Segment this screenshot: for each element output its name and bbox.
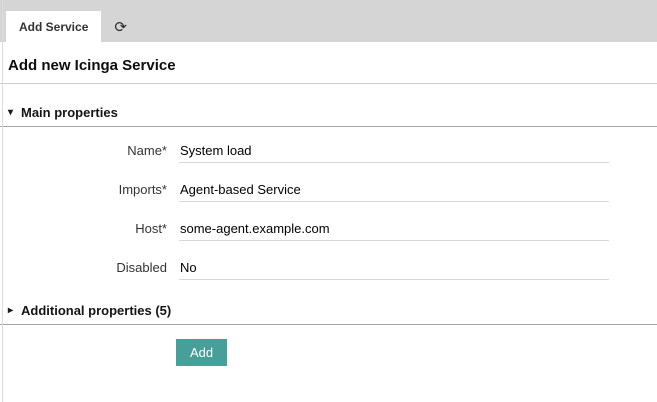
tab-bar: Add Service ⟳ — [0, 0, 657, 42]
main-properties-fields: Name* Imports* Host* Disabled — [0, 127, 657, 280]
form-row-imports: Imports* — [0, 179, 657, 202]
form-row-name: Name* — [0, 140, 657, 163]
name-field[interactable] — [179, 140, 609, 163]
imports-field-label: Imports* — [0, 179, 167, 197]
chevron-down-icon: ▾ — [8, 107, 21, 118]
page-left-border — [2, 0, 3, 402]
imports-field[interactable] — [179, 179, 609, 202]
disabled-field[interactable] — [179, 257, 609, 280]
fieldset-main-properties-label: Main properties — [21, 105, 118, 120]
add-button[interactable]: Add — [176, 339, 227, 366]
main-content: Add new Icinga Service ▾ Main properties… — [0, 42, 657, 366]
page-title: Add new Icinga Service — [0, 42, 657, 84]
host-field-label: Host* — [0, 218, 167, 236]
refresh-icon[interactable]: ⟳ — [110, 11, 131, 42]
fieldset-toggle-additional-properties[interactable]: ▸ Additional properties (5) — [0, 303, 657, 325]
tab-add-service-label: Add Service — [19, 20, 88, 34]
form-row-disabled: Disabled — [0, 257, 657, 280]
chevron-right-icon: ▸ — [8, 305, 21, 316]
host-field[interactable] — [179, 218, 609, 241]
submit-area: Add — [176, 339, 657, 366]
fieldset-additional-properties-label: Additional properties (5) — [21, 303, 171, 318]
fieldset-toggle-main-properties[interactable]: ▾ Main properties — [0, 105, 657, 127]
tab-add-service[interactable]: Add Service — [6, 11, 101, 42]
disabled-field-label: Disabled — [0, 257, 167, 275]
name-field-label: Name* — [0, 140, 167, 158]
form-row-host: Host* — [0, 218, 657, 241]
